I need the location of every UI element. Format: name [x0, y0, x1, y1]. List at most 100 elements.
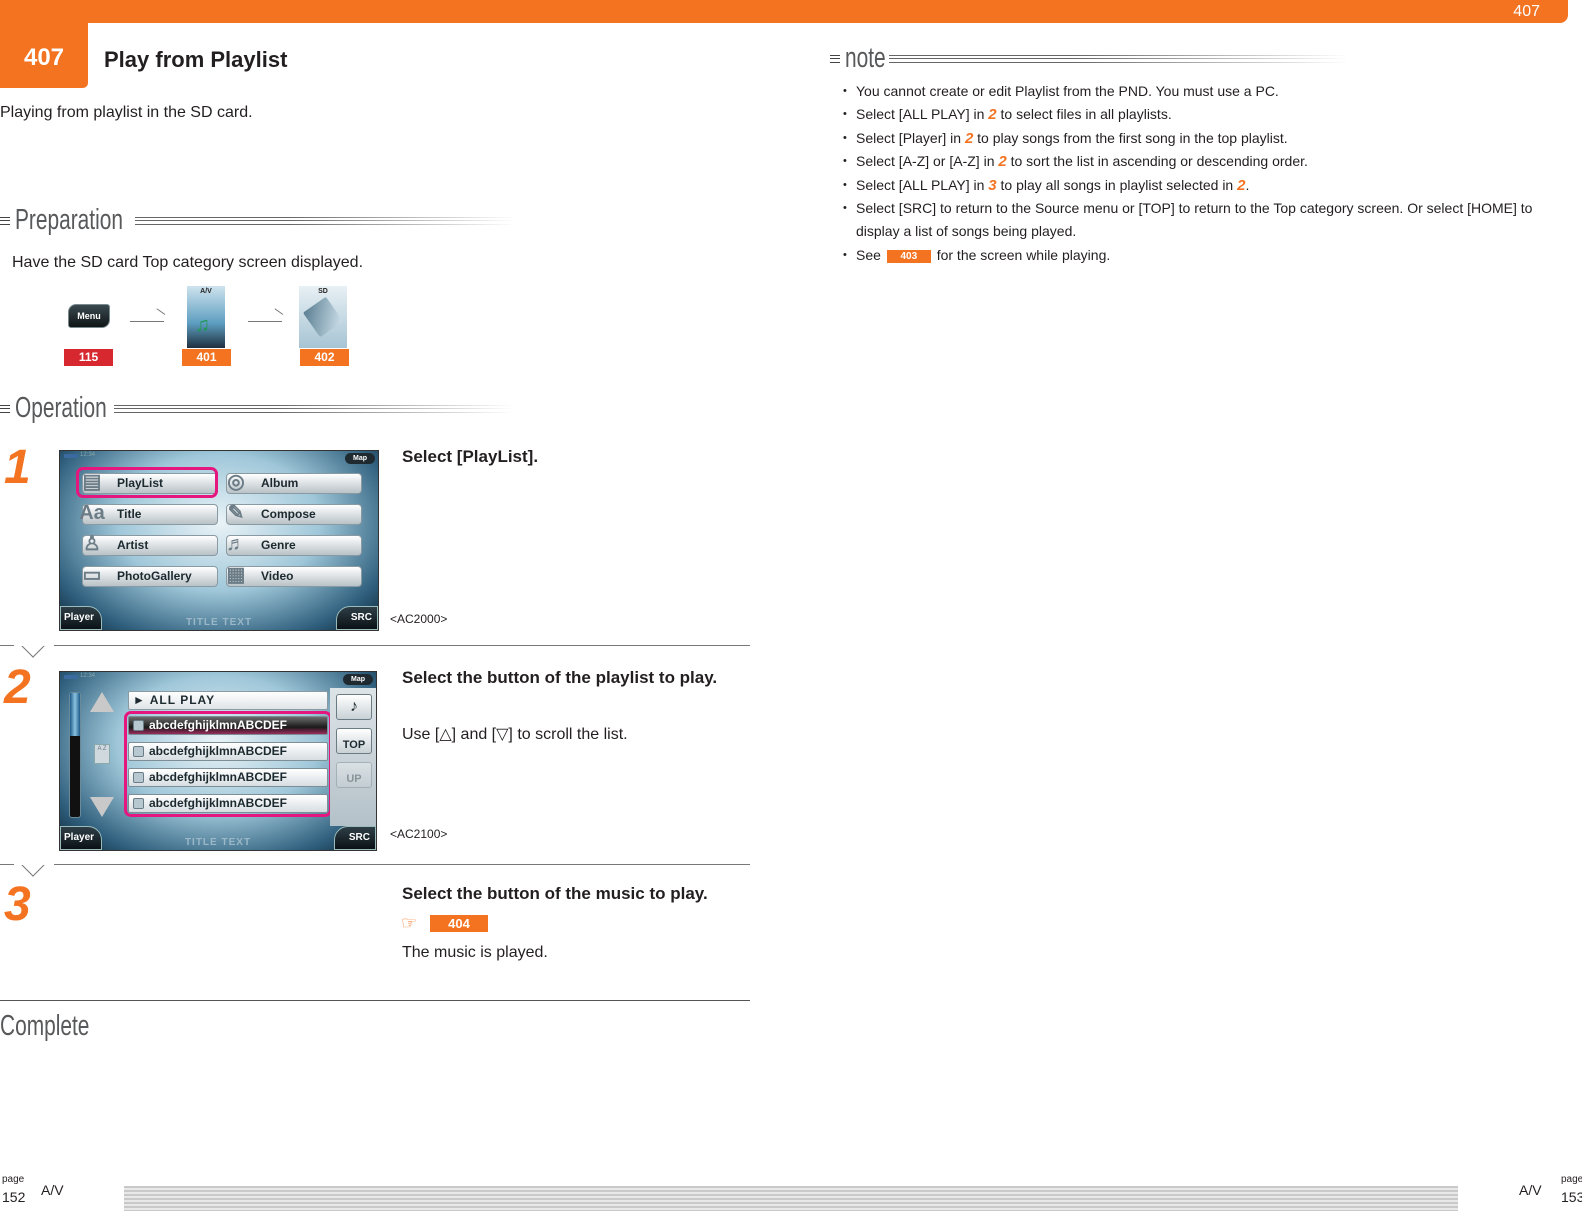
- heading-lines-icon: [830, 54, 840, 63]
- note-heading: note: [830, 42, 1350, 75]
- note-item: See 403 for the screen while playing.: [843, 244, 1576, 268]
- preparation-heading-text: Preparation: [15, 204, 123, 236]
- pointing-hand-icon: ☞: [401, 913, 418, 933]
- scrollbar[interactable]: [69, 692, 81, 818]
- note-item: Select [Player] in 2 to play songs from …: [843, 127, 1576, 151]
- src-button[interactable]: SRC: [336, 606, 378, 630]
- operation-heading-text: Operation: [15, 392, 107, 424]
- disc-icon: ◎: [227, 471, 245, 493]
- sort-az-button[interactable]: A Z: [94, 744, 110, 764]
- heading-rule: [889, 54, 1350, 63]
- av-label: A/V: [200, 288, 212, 295]
- selection-highlight: [124, 711, 332, 817]
- playlist-screen: 12:34 Map A Z ► ALL PLAY abcdefghijklmnA…: [59, 671, 377, 851]
- map-button[interactable]: Map: [345, 453, 375, 464]
- note-item: Select [SRC] to return to the Source men…: [843, 197, 1576, 244]
- music-note-icon: ♫: [195, 314, 210, 336]
- page-ref-badge[interactable]: 404: [430, 915, 488, 932]
- step-title: Select the button of the playlist to pla…: [402, 668, 718, 687]
- photo-icon: ▭: [82, 564, 102, 586]
- note-item: You cannot create or edit Playlist from …: [843, 80, 1576, 104]
- screen-title-text: TITLE TEXT: [184, 837, 252, 848]
- up-button[interactable]: UP: [336, 762, 372, 788]
- intro-text: Playing from playlist in the SD card.: [0, 104, 253, 121]
- person-icon: ♙: [83, 533, 101, 555]
- operation-heading: Operation: [0, 392, 515, 425]
- page-title: Play from Playlist: [104, 47, 288, 72]
- footer-page-label: page: [1561, 1174, 1582, 1185]
- battery-icon: [64, 675, 78, 679]
- preparation-text: Have the SD card Top category screen dis…: [12, 254, 364, 271]
- scrollbar-thumb[interactable]: [70, 693, 80, 737]
- video-button[interactable]: ▦ Video: [226, 564, 362, 587]
- section-number-tab: 407: [0, 0, 88, 88]
- heading-rule: [114, 404, 515, 413]
- note-heading-text: note: [845, 42, 886, 74]
- step-number: 1: [4, 441, 31, 494]
- step-description: The music is played.: [402, 944, 548, 961]
- side-panel: ♪ TOP UP: [330, 688, 376, 826]
- complete-divider: [0, 1000, 750, 1001]
- flow-arrow-icon: [248, 321, 282, 322]
- step-title: Select the button of the music to play.: [402, 884, 708, 903]
- scroll-up-button[interactable]: [90, 692, 114, 712]
- menu-button-icon[interactable]: Menu: [68, 304, 110, 328]
- step-number: 3: [4, 878, 31, 931]
- footer-page-number: 153: [1561, 1189, 1582, 1205]
- heading-lines-icon: [0, 404, 10, 413]
- screen-title-text: TITLE TEXT: [185, 617, 253, 628]
- footer-rule: [124, 1186, 1458, 1211]
- footer-page-label: page: [2, 1174, 25, 1185]
- film-icon: ▦: [226, 564, 246, 586]
- all-play-button[interactable]: ► ALL PLAY: [128, 691, 328, 710]
- heading-rule: [134, 216, 515, 225]
- home-list-button[interactable]: ♪: [336, 694, 372, 720]
- top-banner: 407: [0, 0, 1568, 23]
- compose-button[interactable]: ✎ Compose: [226, 502, 362, 525]
- step-description: Use [△] and [▽] to scroll the list.: [402, 726, 628, 743]
- map-button[interactable]: Map: [343, 674, 373, 685]
- category-screen: 12:34 Map ▤ PlayList ◎ Album Aa Title ✎ …: [59, 450, 379, 631]
- footer-page-number: 152: [2, 1189, 26, 1205]
- sd-label: SD: [318, 288, 328, 295]
- flow-arrow-icon: [130, 321, 164, 322]
- step-number: 2: [4, 661, 31, 714]
- sd-card-glyph: [302, 296, 344, 338]
- footer-section-label: A/V: [1519, 1182, 1542, 1198]
- page-ref-badge[interactable]: 402: [300, 349, 349, 366]
- photogallery-button[interactable]: ▭ PhotoGallery: [82, 564, 218, 587]
- complete-label: Complete: [0, 1010, 90, 1042]
- selection-highlight: [76, 467, 218, 498]
- screen-code: <AC2100>: [390, 827, 448, 841]
- clock: 12:34: [80, 673, 96, 679]
- top-button[interactable]: TOP: [336, 728, 372, 754]
- preparation-heading: Preparation: [0, 204, 515, 237]
- artist-button[interactable]: ♙ Artist: [82, 533, 218, 556]
- guitar-icon: ♬: [226, 533, 246, 555]
- genre-button[interactable]: ♬ Genre: [226, 533, 362, 556]
- quill-icon: ✎: [227, 502, 245, 524]
- section-number: 407: [23, 44, 65, 71]
- step-title: Select [PlayList].: [402, 447, 539, 466]
- footer-section-label: A/V: [41, 1182, 64, 1198]
- top-right-section-number: 407: [1513, 3, 1540, 20]
- step-reference: 2: [998, 153, 1007, 171]
- page-ref-badge[interactable]: 401: [182, 349, 231, 366]
- src-button[interactable]: SRC: [334, 826, 376, 850]
- page-ref-badge[interactable]: 115: [64, 349, 113, 366]
- step-divider: [0, 864, 750, 865]
- screen-code: <AC2000>: [390, 612, 448, 626]
- battery-icon: [64, 454, 78, 458]
- note-list: You cannot create or edit Playlist from …: [843, 80, 1576, 268]
- title-aa-icon: Aa: [79, 502, 105, 524]
- album-button[interactable]: ◎ Album: [226, 471, 362, 494]
- scroll-down-button[interactable]: [90, 797, 114, 817]
- heading-lines-icon: [0, 216, 10, 225]
- note-item: Select [ALL PLAY] in 3 to play all songs…: [843, 174, 1576, 198]
- clock: 12:34: [80, 452, 96, 458]
- page-ref-badge[interactable]: 403: [886, 249, 931, 263]
- sd-card-icon[interactable]: SD: [299, 286, 347, 348]
- title-button[interactable]: Aa Title: [79, 502, 218, 525]
- step-reference: 3: [988, 176, 997, 194]
- av-source-icon[interactable]: A/V ♫: [187, 286, 225, 348]
